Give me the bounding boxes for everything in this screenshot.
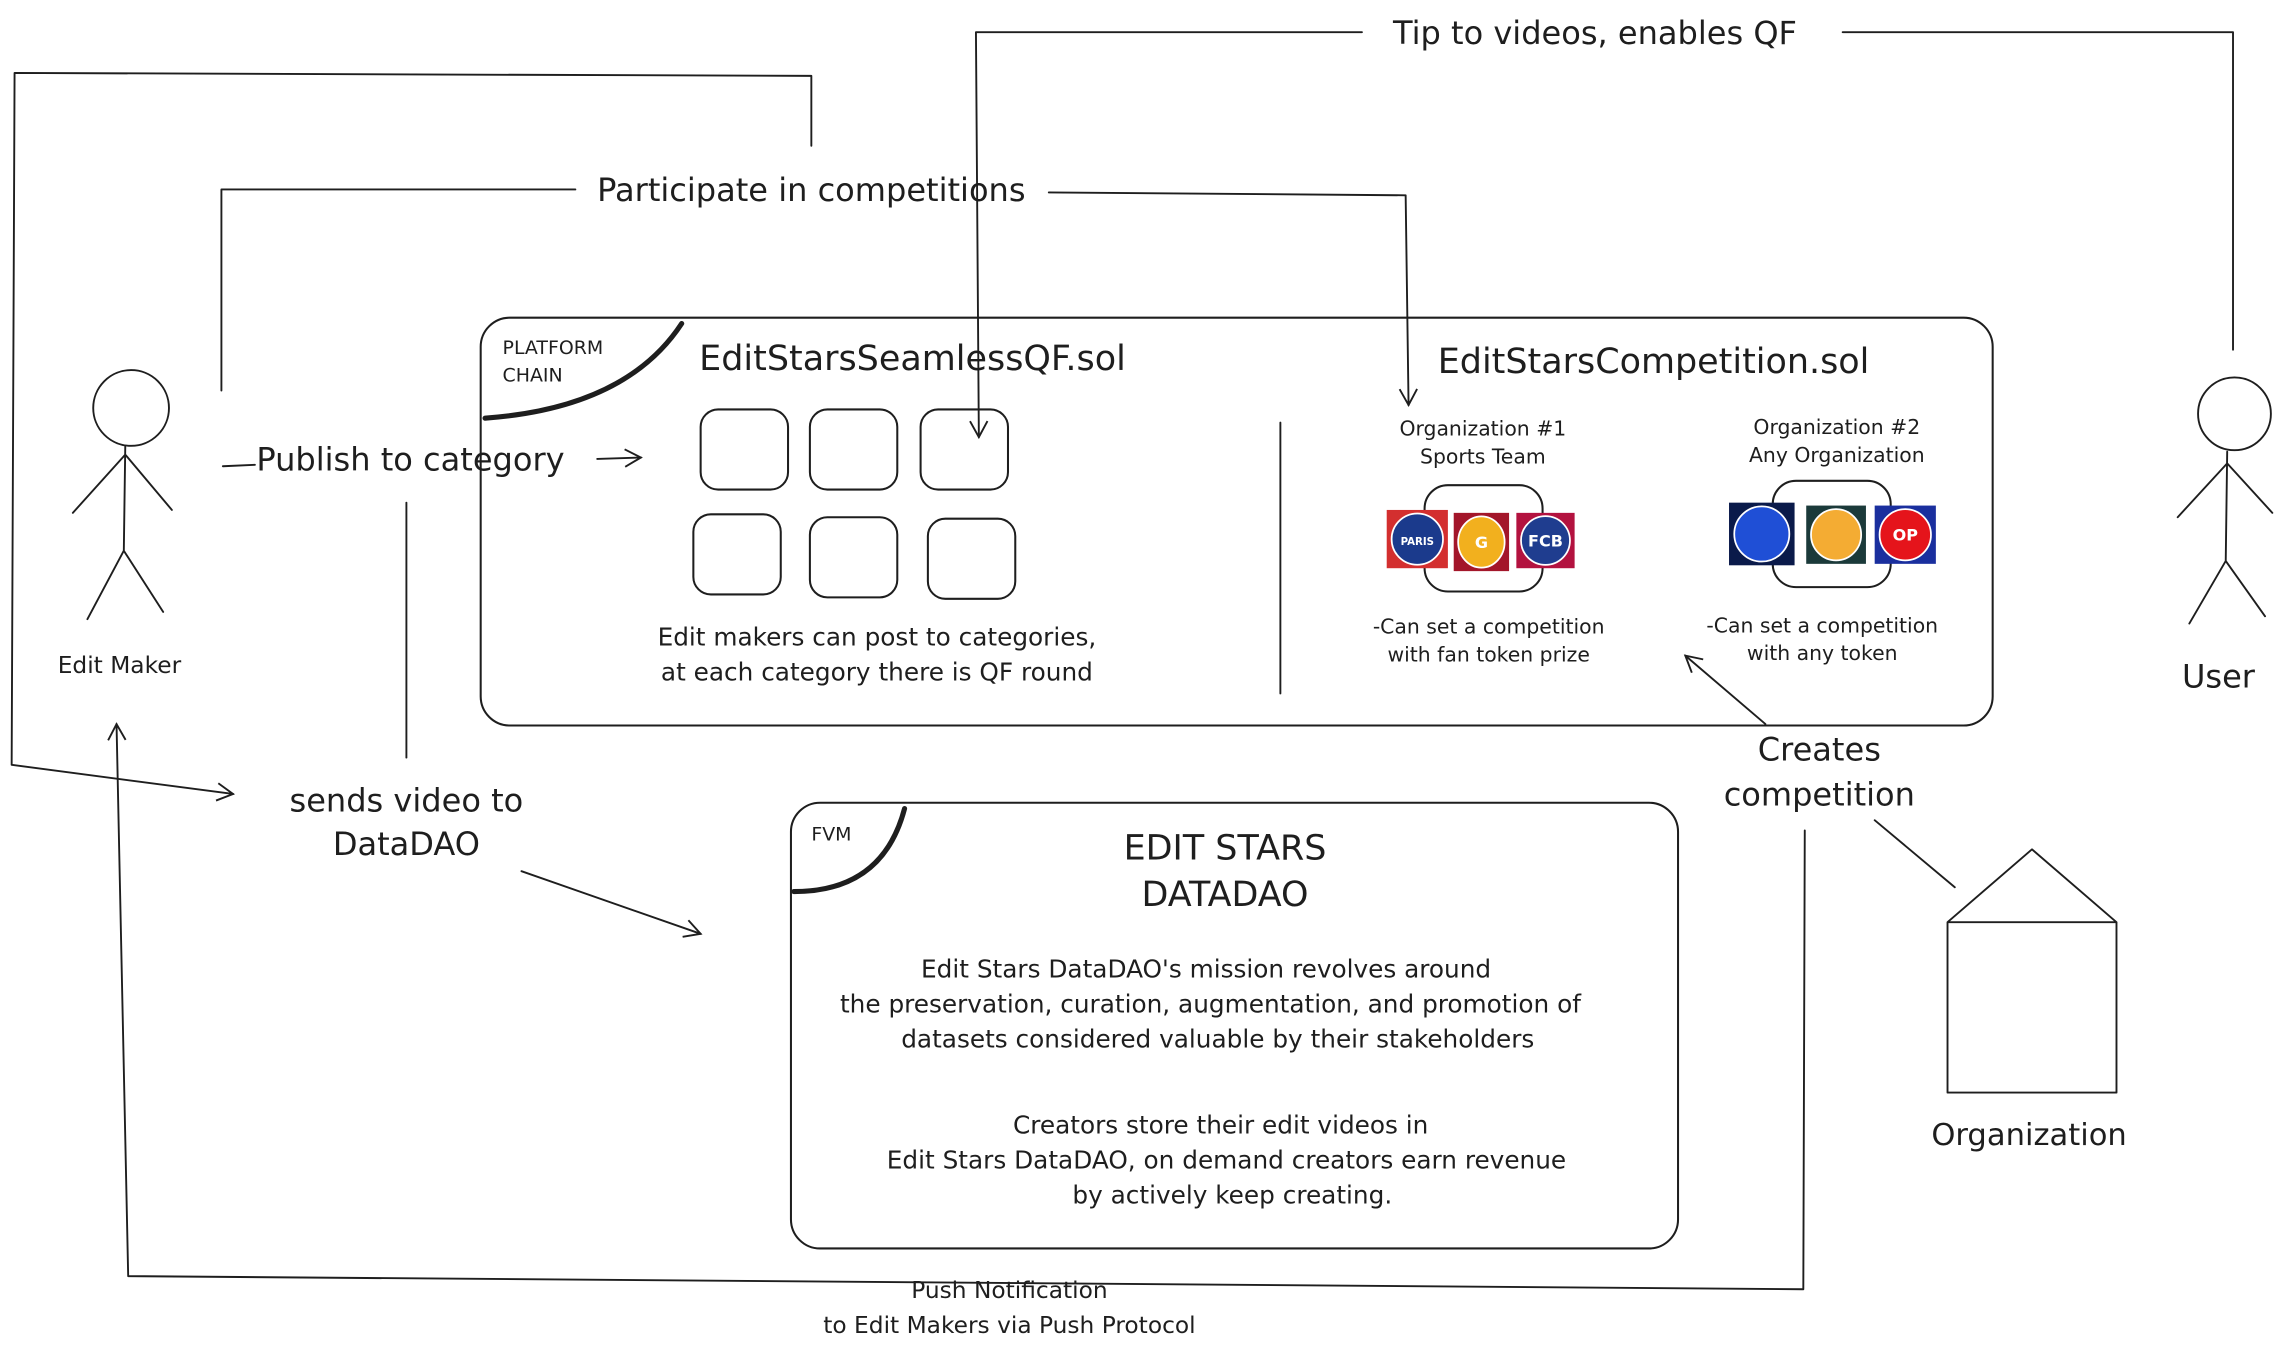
logo-coin	[1733, 505, 1791, 563]
edge-publish-label: Publish to category	[256, 441, 564, 479]
platform-chain-box: PLATFORM CHAIN EditStarsSeamlessQF.sol E…	[479, 316, 1994, 727]
organization-actor: Organization	[1931, 848, 2127, 1153]
category-grid	[692, 408, 1017, 600]
logo-lettering: OP	[1893, 526, 1919, 545]
category-slot[interactable]	[699, 408, 790, 491]
org1-desc-line1: -Can set a competition	[1373, 615, 1605, 639]
psg-fan-token-icon: PARIS	[1386, 509, 1448, 569]
edge-tip-label: Tip to videos, enables QF	[1392, 14, 1797, 52]
creators-line: by actively keep creating.	[1072, 1180, 1392, 1209]
edge-creates-label-line2: competition	[1724, 776, 1915, 814]
org2-title-line1: Organization #2	[1753, 415, 1920, 439]
edge-publish: Publish to category	[221, 441, 643, 479]
logo-lettering: G	[1475, 533, 1488, 552]
logo-lettering: FCB	[1528, 531, 1563, 550]
creators-line: Creators store their edit videos in	[1013, 1110, 1428, 1139]
edit-maker-body	[71, 444, 173, 621]
org2-title-line2: Any Organization	[1749, 443, 1925, 467]
barcelona-fan-token-icon: FCB	[1516, 512, 1575, 569]
fvm-title-line1: EDIT STARS	[1124, 829, 1327, 869]
qf-contract-title: EditStarsSeamlessQF.sol	[699, 339, 1126, 379]
mission-line: Edit Stars DataDAO's mission revolves ar…	[921, 955, 1491, 984]
org2-desc-line2: with any token	[1747, 641, 1898, 665]
org1-title-line1: Organization #1	[1399, 417, 1566, 441]
edge-sends-label-line1: sends video to	[290, 781, 524, 819]
fvm-title-line2: DATADAO	[1141, 875, 1308, 915]
edge-push-label-line1: Push Notification	[911, 1277, 1107, 1304]
edge-creates-competition: Creates competition	[1683, 654, 1956, 889]
org1-title-line2: Sports Team	[1420, 444, 1546, 468]
category-slot[interactable]	[808, 408, 899, 491]
user-body	[2176, 450, 2274, 625]
edit-maker-label: Edit Maker	[58, 652, 182, 679]
organization-label: Organization	[1931, 1118, 2127, 1153]
fvm-datadao-box: FVM EDIT STARS DATADAO Edit Stars DataDA…	[789, 801, 1680, 1250]
optimism-token-icon: OP	[1874, 505, 1936, 564]
logo-coin	[1810, 508, 1863, 562]
qf-caption-line1: Edit makers can post to categories,	[658, 622, 1097, 651]
edit-maker-head	[92, 369, 170, 447]
edge-creates-label-line1: Creates	[1758, 730, 1881, 768]
architecture-diagram: Edit Maker User Organization PLATFORM CH…	[10, 14, 2274, 1339]
ape-token-icon	[1729, 502, 1795, 566]
edge-participate-label: Participate in competitions	[597, 171, 1025, 209]
fvm-tag: FVM	[811, 824, 851, 846]
organization-house-icon	[1946, 848, 2118, 1094]
category-slot[interactable]	[926, 517, 1017, 600]
dai-token-icon	[1806, 505, 1866, 564]
edge-sends-label-line2: DataDAO	[333, 825, 480, 863]
logo-lettering: PARIS	[1401, 537, 1434, 548]
edge-push-label-line2: to Edit Makers via Push Protocol	[823, 1312, 1195, 1339]
galatasaray-fan-token-icon: G	[1453, 512, 1510, 572]
org2-desc-line1: -Can set a competition	[1706, 613, 1938, 637]
edge-sends-to-datadao: sends video to DataDAO	[290, 501, 703, 938]
user-label: User	[2182, 658, 2256, 696]
creators-line: Edit Stars DataDAO, on demand creators e…	[887, 1145, 1566, 1174]
user-head	[2197, 376, 2272, 452]
platform-tag-line1: PLATFORM	[503, 337, 604, 359]
category-slot[interactable]	[919, 408, 1010, 491]
edit-maker-actor: Edit Maker	[58, 369, 182, 679]
org1-logos: PARIS G FCB	[1386, 509, 1575, 572]
qf-caption-line2: at each category there is QF round	[661, 657, 1093, 686]
mission-line: datasets considered valuable by their st…	[901, 1024, 1534, 1053]
category-slot[interactable]	[692, 513, 782, 596]
org2-logos: OP	[1729, 502, 1936, 566]
platform-tag-line2: CHAIN	[503, 365, 563, 387]
competition-contract-title: EditStarsCompetition.sol	[1438, 342, 1870, 382]
user-actor: User	[2176, 376, 2274, 696]
mission-line: the preservation, curation, augmentation…	[840, 989, 1582, 1018]
org1-desc-line2: with fan token prize	[1387, 642, 1589, 666]
category-slot[interactable]	[808, 516, 899, 599]
